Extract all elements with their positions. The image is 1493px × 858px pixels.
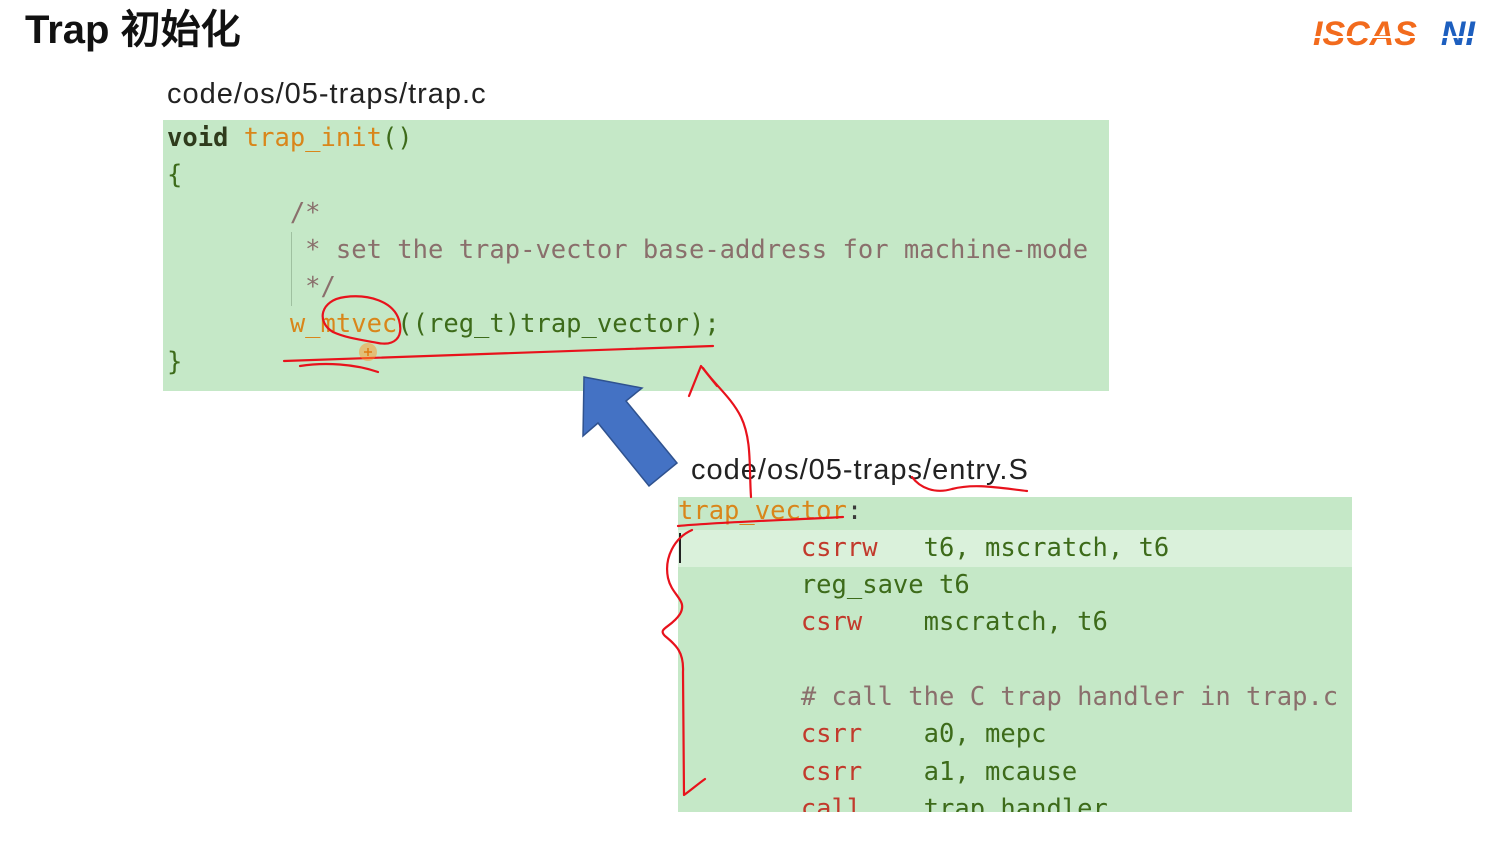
logo: ISCAS NI [1313,12,1493,56]
code-token: : [846,497,863,526]
code-line: csrr a1, mcause [678,754,1352,791]
entry-s-code-block: trap_vector: csrrw t6, mscratch, t6 reg_… [678,497,1352,812]
code-token: /* [167,197,321,228]
code-line: csrr a0, mepc [678,716,1352,753]
code-line: w_mtvec((reg_t)trap_vector); [167,306,1109,343]
code-token: csrrw [678,532,878,563]
code-token: # call the C trap handler in trap.c [678,681,1339,712]
code-token: */ [167,272,336,303]
code-line: * set the trap-vector base-address for m… [167,232,1109,269]
code-line: */ [167,269,1109,306]
code-line: } [167,344,1109,381]
code-token: t6, mscratch, t6 [877,532,1170,563]
logo-secondary-text: NI [1440,15,1475,53]
code-token: w_mtvec [167,309,398,340]
code-line: { [167,157,1109,194]
code-token: csrr [678,719,863,750]
code-token: * set the trap-vector base-address for m… [167,234,1089,265]
blue-arrow [582,376,679,488]
code-line: /* [167,195,1109,232]
code-token: reg_save t6 [678,570,970,601]
code-token: trap_vector [678,497,847,526]
code-line-current: csrrw t6, mscratch, t6 [678,529,1352,568]
trap-c-code-block: void trap_init(){ /* * set the trap-vect… [163,120,1109,391]
code-line: call trap_handler [678,791,1352,812]
code-token: { [167,160,183,191]
code-token: trap_init [243,123,382,153]
logo-stripe [1313,36,1493,38]
code-line: void trap_init() [167,120,1109,157]
entry-s-path-label: code/os/05-traps/entry.S [691,454,1029,486]
code-token: call [678,793,863,812]
slide-title: Trap 初始化 [25,8,241,52]
code-token: a0, mepc [862,719,1047,750]
trap-c-code: void trap_init(){ /* * set the trap-vect… [167,120,1109,381]
logo-primary-text: ISCAS [1313,15,1417,53]
code-token: csrr [678,756,863,787]
trap-c-path-label: code/os/05-traps/trap.c [167,78,487,110]
code-token: void [167,123,244,153]
entry-s-code: trap_vector: csrrw t6, mscratch, t6 reg_… [678,497,1352,812]
code-token: } [167,346,183,377]
code-token: trap_handler [862,793,1108,812]
code-line: csrw mscratch, t6 [678,604,1352,641]
code-token: csrw [678,607,863,638]
indent-guide [291,232,292,306]
code-token: mscratch, t6 [862,607,1108,638]
code-token: ((reg_t)trap_vector); [397,309,720,340]
code-line: trap_vector: [678,497,1352,530]
code-line: reg_save t6 [678,567,1352,604]
code-token: () [381,123,413,153]
code-line: # call the C trap handler in trap.c [678,679,1352,716]
text-cursor [679,533,681,563]
slide: Trap 初始化 ISCAS NI code/os/05-traps/trap.c… [0,0,1493,858]
code-token: a1, mcause [862,756,1078,787]
